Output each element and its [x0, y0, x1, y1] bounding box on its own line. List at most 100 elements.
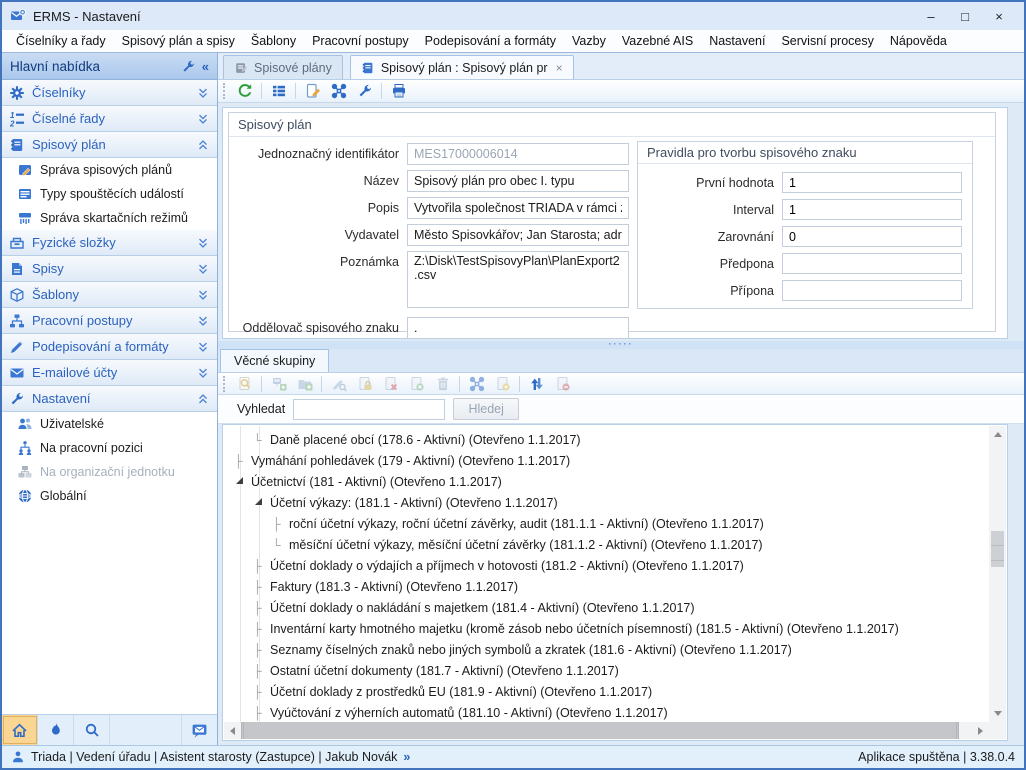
refresh-button[interactable]: [233, 81, 256, 102]
sidebar-section-podepisovani-a-formaty[interactable]: Podepisování a formáty: [2, 334, 217, 360]
sidebar-item-na-pracovni-pozici[interactable]: Na pracovní pozici: [2, 436, 217, 460]
scroll-left-icon[interactable]: [224, 722, 241, 739]
home-button[interactable]: [2, 715, 38, 745]
list-view-button[interactable]: [267, 81, 290, 102]
alignment-field[interactable]: [782, 226, 962, 247]
menu-item-ciselniky-a-rady[interactable]: Číselníky a řady: [8, 32, 114, 50]
sidebar-section-ciselne-rady[interactable]: 12 Číselné řady: [2, 106, 217, 132]
sidebar-item-sprava-spisovych-planu[interactable]: Správa spisových plánů: [2, 158, 217, 182]
expand-arrow-icon[interactable]: [255, 498, 262, 505]
tree-item-expanded[interactable]: Účetní výkazy: (181.1 - Aktivní) (Otevře…: [224, 492, 989, 513]
first-value-field[interactable]: [782, 172, 962, 193]
sidebar-section-fyzicke-slozky[interactable]: Fyzické složky: [2, 230, 217, 256]
search-input[interactable]: [293, 399, 445, 420]
menu-item-pracovni-postupy[interactable]: Pracovní postupy: [304, 32, 417, 50]
sidebar-item-sprava-skartacnich-rezimu[interactable]: Správa skartačních režimů: [2, 206, 217, 230]
tree-item-expanded[interactable]: Účetnictví (181 - Aktivní) (Otevřeno 1.1…: [224, 471, 989, 492]
scroll-down-icon[interactable]: [989, 705, 1006, 722]
close-button[interactable]: ×: [982, 9, 1016, 24]
menu-item-vazby[interactable]: Vazby: [564, 32, 614, 50]
menu-item-nastaveni[interactable]: Nastavení: [701, 32, 773, 50]
move-order-button[interactable]: [525, 373, 548, 394]
sidebar-section-pracovni-postupy[interactable]: Pracovní postupy: [2, 308, 217, 334]
tree-item[interactable]: ├Vyúčtování z výherních automatů (181.10…: [224, 702, 989, 722]
wrench-icon[interactable]: [181, 59, 196, 74]
vertical-scrollbar[interactable]: [989, 426, 1006, 722]
menu-item-servisni-procesy[interactable]: Servisní procesy: [773, 32, 881, 50]
tree-item[interactable]: ├Ostatní účetní dokumenty (181.7 - Aktiv…: [224, 660, 989, 681]
collapse-sidebar-icon[interactable]: «: [202, 59, 209, 74]
more-chevron-icon[interactable]: »: [403, 750, 410, 764]
toolbar-grip[interactable]: [223, 83, 228, 99]
tab-vecne-skupiny[interactable]: Věcné skupiny: [220, 349, 329, 372]
sidebar-section-sablony[interactable]: Šablony: [2, 282, 217, 308]
tab-strip: Spisové plány Spisový plán : Spisový plá…: [218, 53, 1024, 79]
menu-item-sablony[interactable]: Šablony: [243, 32, 304, 50]
settings-button[interactable]: [353, 81, 376, 102]
trash-button[interactable]: [431, 373, 454, 394]
tree-item[interactable]: ├Seznamy číselných znaků nebo jiných sym…: [224, 639, 989, 660]
page-lock-icon: [357, 376, 373, 392]
menu-item-vazebne-ais[interactable]: Vazebné AIS: [614, 32, 701, 50]
scroll-up-icon[interactable]: [989, 426, 1006, 443]
vertical-scroll-thumb[interactable]: [991, 531, 1004, 567]
interval-field[interactable]: [782, 199, 962, 220]
sidebar-section-ciselniky[interactable]: Číselníky: [2, 80, 217, 106]
toolbar-grip[interactable]: [223, 376, 228, 392]
maximize-button[interactable]: □: [948, 9, 982, 24]
sidebar-item-globalni[interactable]: Globální: [2, 484, 217, 508]
search-submit-button[interactable]: Hledej: [453, 398, 519, 420]
tree-item[interactable]: ├Faktury (181.3 - Aktivní) (Otevřeno 1.1…: [224, 576, 989, 597]
feedback-button[interactable]: [181, 715, 217, 745]
sidebar-section-nastaveni[interactable]: Nastavení: [2, 386, 217, 412]
menu-item-podepisovani-a-formaty[interactable]: Podepisování a formáty: [417, 32, 564, 50]
suffix-field[interactable]: [782, 280, 962, 301]
relations-button[interactable]: [327, 81, 350, 102]
scroll-right-icon[interactable]: [972, 722, 989, 739]
page-state-button[interactable]: [491, 373, 514, 394]
doc-preview-button[interactable]: [233, 373, 256, 394]
description-field[interactable]: [407, 197, 629, 219]
add-node-button[interactable]: [267, 373, 290, 394]
tree-item[interactable]: ├Inventární karty hmotného majetku (krom…: [224, 618, 989, 639]
search-button[interactable]: [74, 715, 110, 745]
flame-button[interactable]: [38, 715, 74, 745]
edit-find-button[interactable]: [327, 373, 350, 394]
page-cancel-button[interactable]: [405, 373, 428, 394]
tree-item[interactable]: ├Účetní doklady z prostředků EU (181.9 -…: [224, 681, 989, 702]
sidebar-section-spisy[interactable]: Spisy: [2, 256, 217, 282]
chevron-double-down-icon: [196, 262, 210, 276]
publisher-field[interactable]: [407, 224, 629, 246]
tab-spisovy-plan[interactable]: Spisový plán : Spisový plán pr: [350, 55, 574, 79]
expand-arrow-icon[interactable]: [236, 477, 243, 484]
note-field[interactable]: Z:\Disk\TestSpisovyPlan\PlanExport2.csv: [407, 251, 629, 308]
horizontal-scrollbar[interactable]: [224, 722, 989, 739]
sidebar-section-spisovy-plan[interactable]: Spisový plán: [2, 132, 217, 158]
separator-field[interactable]: [407, 317, 629, 339]
horizontal-splitter[interactable]: [218, 341, 1024, 349]
tab-spisove-plany[interactable]: Spisové plány: [223, 55, 343, 79]
tree-item[interactable]: ├roční účetní výkazy, roční účetní závěr…: [224, 513, 989, 534]
page-delete-button[interactable]: [379, 373, 402, 394]
add-folder-button[interactable]: [293, 373, 316, 394]
tree-item[interactable]: ├Vymáhání pohledávek (179 - Aktivní) (Ot…: [224, 450, 989, 471]
prefix-field[interactable]: [782, 253, 962, 274]
minimize-button[interactable]: –: [914, 9, 948, 24]
tree-item[interactable]: ├Účetní doklady o výdajích a příjmech v …: [224, 555, 989, 576]
sidebar-item-typy-spoustecich-udalosti[interactable]: Typy spouštěcích událostí: [2, 182, 217, 206]
edit-button[interactable]: [301, 81, 324, 102]
page-off-button[interactable]: [551, 373, 574, 394]
sidebar-item-uzivatelske[interactable]: Uživatelské: [2, 412, 217, 436]
tree-item[interactable]: ├Účetní doklady o nakládání s majetkem (…: [224, 597, 989, 618]
page-lock-button[interactable]: [353, 373, 376, 394]
tree-item[interactable]: └měsíční účetní výkazy, měsíční účetní z…: [224, 534, 989, 555]
print-button[interactable]: [387, 81, 410, 102]
name-field[interactable]: [407, 170, 629, 192]
tab-close-icon[interactable]: [556, 61, 563, 75]
horizontal-scroll-thumb[interactable]: [241, 722, 959, 739]
sidebar-section-emailove-ucty[interactable]: E-mailové účty: [2, 360, 217, 386]
menu-item-spisovy-plan-a-spisy[interactable]: Spisový plán a spisy: [114, 32, 243, 50]
relations-button[interactable]: [465, 373, 488, 394]
menu-item-napoveda[interactable]: Nápověda: [882, 32, 955, 50]
tree-item[interactable]: └Daně placené obcí (178.6 - Aktivní) (Ot…: [224, 429, 989, 450]
